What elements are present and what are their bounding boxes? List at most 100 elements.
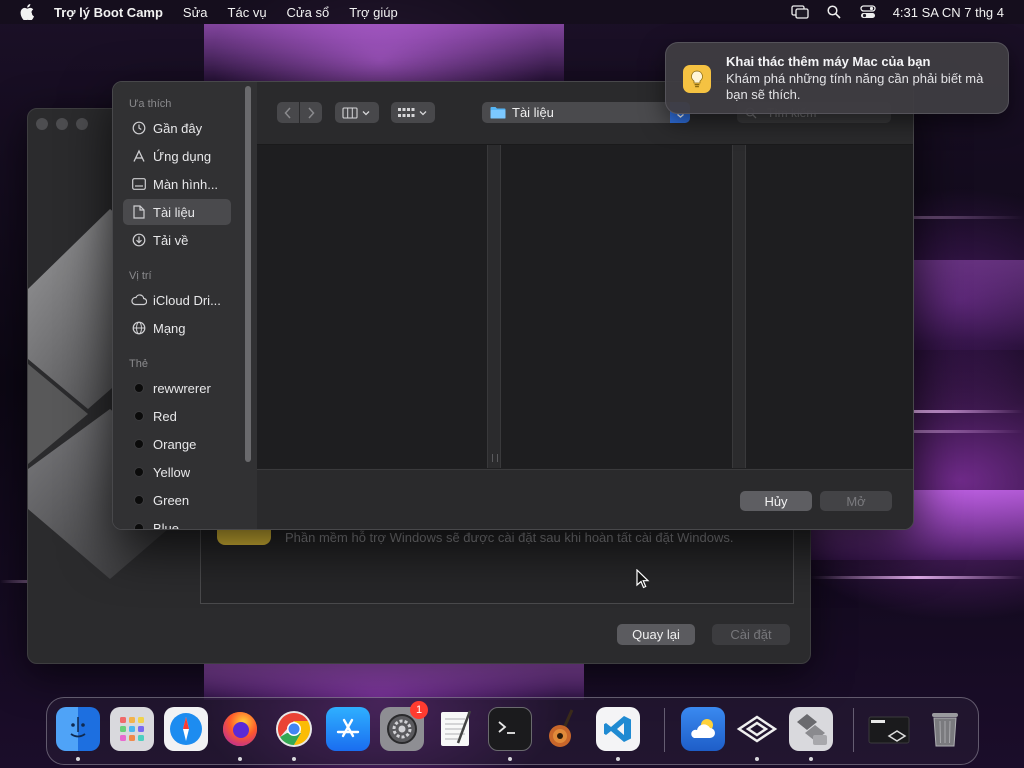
document-icon: [131, 204, 147, 220]
app-store-icon[interactable]: [326, 707, 370, 751]
textedit-icon[interactable]: [434, 707, 478, 751]
group-by-button[interactable]: [391, 102, 435, 123]
sidebar-item-label: Tải về: [153, 232, 189, 248]
sidebar-tag-blue[interactable]: Blue: [123, 515, 231, 530]
screen-mirroring-icon[interactable]: [789, 3, 811, 21]
running-indicator: [76, 757, 80, 761]
search-icon[interactable]: [823, 3, 845, 21]
notification-banner[interactable]: Khai thác thêm máy Mac của bạn Khám phá …: [665, 42, 1009, 114]
sidebar-item-label: iCloud Dri...: [153, 292, 221, 308]
clock-icon: [131, 120, 147, 136]
safari-icon[interactable]: [164, 707, 208, 751]
menu-bar: Trợ lý Boot Camp Sửa Tác vụ Cửa sổ Trợ g…: [0, 0, 1024, 24]
install-button[interactable]: Cài đặt: [712, 624, 790, 645]
notification-title: Khai thác thêm máy Mac của bạn: [726, 54, 931, 69]
tag-dot-icon: [134, 383, 144, 393]
apps-icon: [131, 148, 147, 164]
trash-icon[interactable]: [923, 707, 967, 751]
cloud-icon: [131, 292, 147, 308]
garageband-icon[interactable]: [542, 707, 586, 751]
view-mode-button[interactable]: [335, 102, 379, 123]
zoom-button[interactable]: [76, 118, 88, 130]
chrome-icon[interactable]: [272, 707, 316, 751]
tag-dot-icon: [134, 411, 144, 421]
sidebar-item-label: Màn hình...: [153, 176, 219, 192]
sidebar-tag-yellow[interactable]: Yellow: [123, 459, 231, 485]
finder-icon[interactable]: [56, 707, 100, 751]
desktop-icon: [131, 176, 147, 192]
sidebar-tag-green[interactable]: Green: [123, 487, 231, 513]
back-nav-button[interactable]: [277, 102, 299, 123]
sidebar-tag-red[interactable]: Red: [123, 403, 231, 429]
notification-body: Khám phá những tính năng cần phải biết m…: [726, 71, 984, 102]
back-button[interactable]: Quay lại: [617, 624, 695, 645]
sidebar-section-tags: Thẻ: [129, 358, 148, 370]
window-controls: [36, 118, 88, 130]
terminal-icon[interactable]: [488, 707, 532, 751]
sidebar-section-favorites: Ưa thích: [129, 98, 172, 110]
sidebar-tag-rewwrerer[interactable]: rewwrerer: [123, 375, 231, 401]
disk-icon: [217, 529, 271, 545]
launchpad-icon[interactable]: [110, 707, 154, 751]
sidebar-item-label: Ứng dụng: [153, 148, 212, 164]
running-indicator: [292, 757, 296, 761]
menu-help[interactable]: Trợ giúp: [349, 5, 398, 20]
lightbulb-icon: [683, 65, 711, 93]
sidebar-item-recents[interactable]: Gần đây: [123, 115, 231, 141]
menu-app-name[interactable]: Trợ lý Boot Camp: [54, 5, 163, 20]
column-resize-handle[interactable]: [732, 145, 746, 468]
downloads-stack-icon[interactable]: [867, 707, 911, 751]
control-center-icon[interactable]: [857, 3, 879, 21]
sidebar-tag-label: Blue: [153, 520, 180, 530]
running-indicator: [809, 757, 813, 761]
chevron-left-icon: [284, 106, 291, 119]
running-indicator: [508, 757, 512, 761]
sidebar-item-icloud[interactable]: iCloud Dri...: [123, 287, 231, 313]
bootcamp-info-text: Phần mềm hỗ trợ Windows sẽ được cài đặt …: [285, 530, 734, 545]
location-label: Tài liệu: [512, 105, 554, 120]
tag-dot-icon: [134, 439, 144, 449]
sidebar-item-downloads[interactable]: Tải về: [123, 227, 231, 253]
panel-footer: Hủy Mở: [257, 469, 913, 529]
columns-view-icon: [342, 106, 370, 119]
menu-window[interactable]: Cửa sổ: [287, 5, 330, 20]
bootcamp-assistant-icon[interactable]: [789, 707, 833, 751]
panel-sidebar: Ưa thích Gần đây Ứng dụng Màn hình... Tà…: [113, 82, 257, 529]
vscode-icon[interactable]: [596, 707, 640, 751]
forward-nav-button[interactable]: [300, 102, 322, 123]
column-resize-handle[interactable]: [487, 145, 501, 468]
sidebar-tag-label: Orange: [153, 436, 197, 452]
sidebar-item-network[interactable]: Mạng: [123, 315, 231, 341]
apple-menu-icon[interactable]: [18, 3, 36, 21]
menu-action[interactable]: Tác vụ: [228, 5, 267, 20]
mouse-pointer-icon: [636, 569, 650, 589]
dock: 1: [46, 697, 979, 765]
cancel-button[interactable]: Hủy: [740, 491, 812, 511]
open-button[interactable]: Mở: [820, 491, 892, 511]
system-settings-icon[interactable]: 1: [380, 701, 428, 751]
download-icon: [131, 232, 147, 248]
sidebar-item-applications[interactable]: Ứng dụng: [123, 143, 231, 169]
file-browser-columns: [257, 145, 913, 468]
notification-badge: 1: [410, 701, 428, 719]
sidebar-tag-orange[interactable]: Orange: [123, 431, 231, 457]
close-button[interactable]: [36, 118, 48, 130]
sidebar-scrollbar[interactable]: [245, 86, 251, 462]
parallels-icon[interactable]: [735, 707, 779, 751]
running-indicator: [616, 757, 620, 761]
firefox-icon[interactable]: [218, 707, 262, 751]
tag-dot-icon: [134, 523, 144, 529]
location-popup[interactable]: Tài liệu: [482, 102, 690, 123]
sidebar-item-desktop[interactable]: Màn hình...: [123, 171, 231, 197]
globe-icon: [131, 320, 147, 336]
minimize-button[interactable]: [56, 118, 68, 130]
menu-clock[interactable]: 4:31 SA CN 7 thg 4: [893, 5, 1004, 20]
menu-edit[interactable]: Sửa: [183, 5, 208, 20]
folder-icon: [490, 106, 506, 120]
grid-icon: [398, 107, 427, 117]
sidebar-tag-label: Green: [153, 492, 190, 508]
running-indicator: [238, 757, 242, 761]
weather-icon[interactable]: [681, 707, 725, 751]
dock-separator: [664, 708, 665, 752]
sidebar-item-documents[interactable]: Tài liệu: [123, 199, 231, 225]
